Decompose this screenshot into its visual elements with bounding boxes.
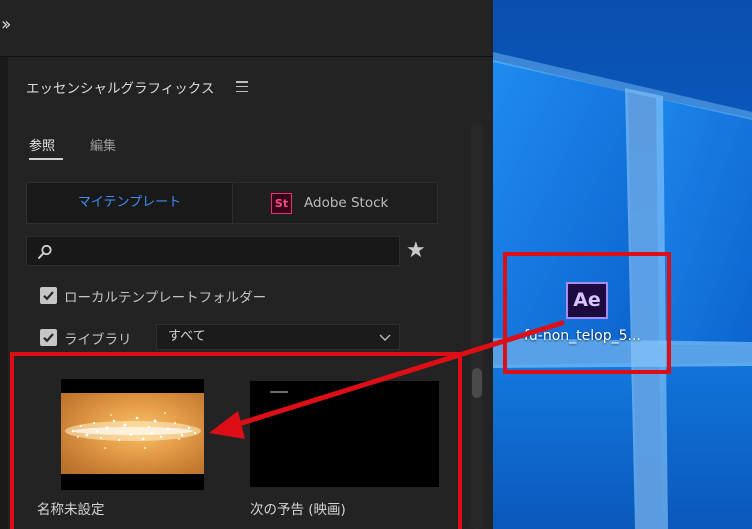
scrollbar[interactable]: [471, 123, 483, 529]
search-icon: [38, 244, 52, 259]
adobe-stock-label: Adobe Stock: [304, 195, 389, 211]
star-icon[interactable]: ★: [406, 237, 426, 265]
chevron-down-icon: [379, 334, 391, 341]
adobe-stock-icon: St: [271, 193, 292, 214]
expand-chevrons-icon[interactable]: ››: [1, 14, 12, 35]
annotation-highlight-templates: [10, 352, 462, 529]
search-input[interactable]: [26, 236, 400, 266]
active-tab-indicator: [29, 158, 63, 160]
checkbox-checked-icon[interactable]: [40, 329, 57, 346]
panel-top-strip: ››: [0, 0, 493, 57]
tab-edit[interactable]: 編集: [90, 135, 116, 154]
library-dropdown[interactable]: すべて: [156, 324, 400, 350]
local-templates-label: ローカルテンプレートフォルダー: [64, 290, 267, 306]
checkbox-checked-icon[interactable]: [40, 287, 57, 304]
scrollbar-thumb[interactable]: [472, 368, 482, 398]
panel-edge: [0, 57, 8, 529]
template-source-toggle: マイテンプレート St Adobe Stock: [26, 182, 438, 224]
annotation-highlight-file: [503, 252, 671, 374]
my-templates-button[interactable]: マイテンプレート: [27, 183, 233, 223]
adobe-stock-button[interactable]: St Adobe Stock: [233, 183, 437, 223]
panel-title: エッセンシャルグラフィックス: [26, 81, 215, 97]
screen: ›› エッセンシャルグラフィックス 参照 編集 マイテンプレート St Adob…: [0, 0, 752, 529]
library-label: ライブラリ: [64, 332, 132, 348]
tab-browse[interactable]: 参照: [29, 135, 55, 154]
hamburger-menu-icon[interactable]: [236, 81, 248, 95]
library-dropdown-value: すべて: [168, 329, 206, 344]
